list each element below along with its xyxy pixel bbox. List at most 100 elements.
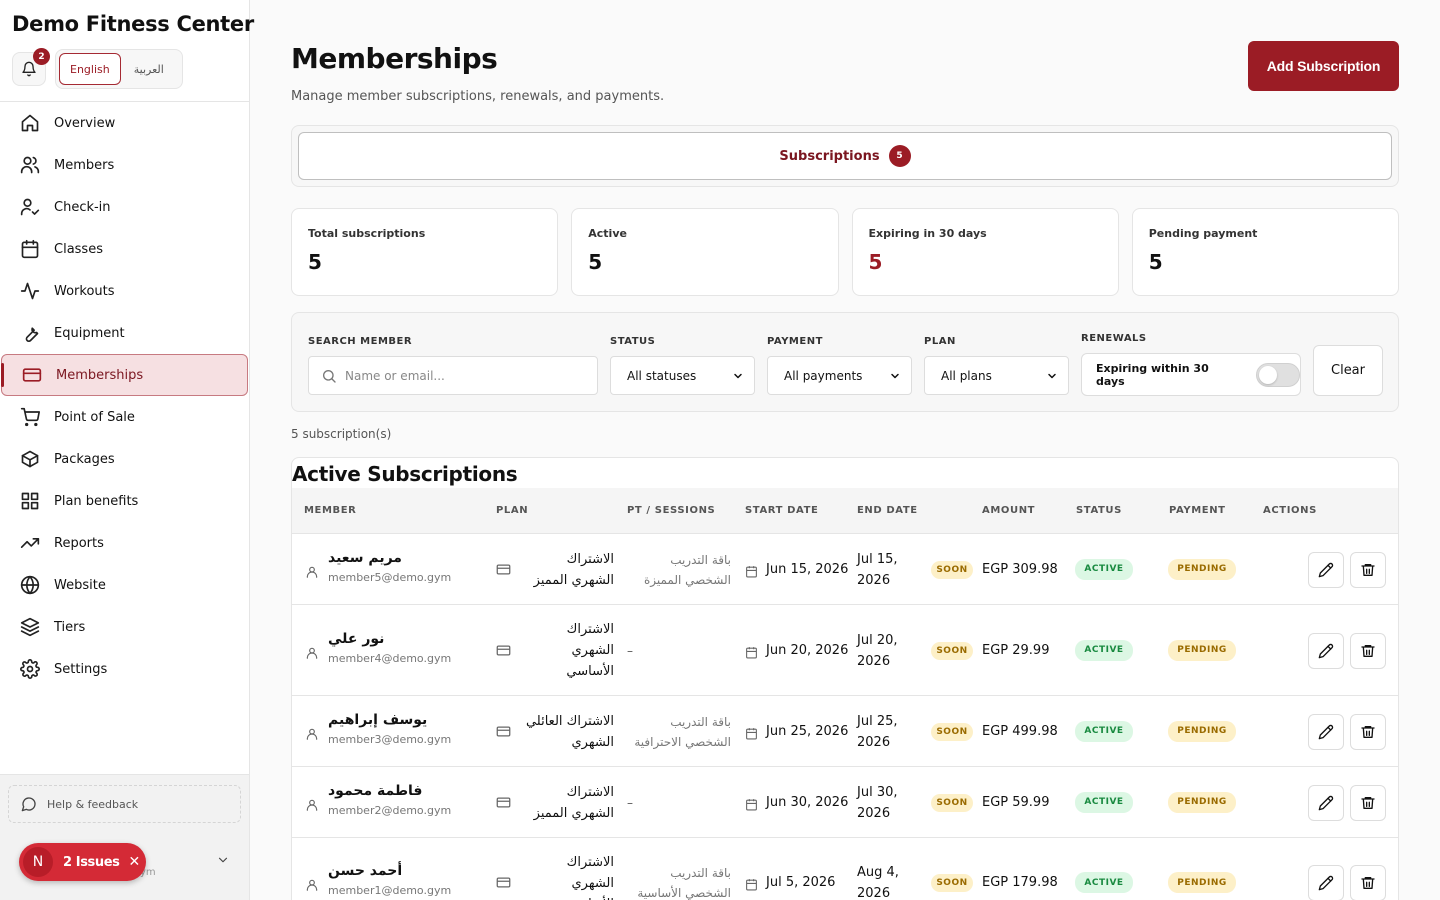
delete-button[interactable]	[1350, 713, 1386, 750]
end-date-cell: Jul 30, 2026	[857, 782, 898, 824]
sidebar-item-settings[interactable]: Settings	[0, 648, 249, 690]
column-header[interactable]: STATUS	[1076, 505, 1122, 516]
payment-badge: PENDING	[1168, 791, 1236, 813]
sidebar-item-classes[interactable]: Classes	[0, 228, 249, 270]
end-date-line: 2026	[857, 653, 891, 669]
plan-select[interactable]: All plans	[924, 356, 1069, 395]
edit-button[interactable]	[1308, 632, 1344, 669]
edit-button[interactable]	[1308, 784, 1344, 821]
status-select[interactable]: All statuses	[610, 356, 755, 395]
table-header: MEMBER PLAN PT / SESSIONS START DATE END DAT…	[292, 488, 1398, 534]
column-header[interactable]: ACTIONS	[1263, 505, 1317, 516]
sidebar-item-check-in[interactable]: Check-in	[0, 186, 249, 228]
pt-line: الشخصي المميزة	[643, 572, 731, 587]
issues-pill[interactable]: N 2 Issues ✕	[19, 843, 146, 881]
trash-icon	[1361, 877, 1375, 889]
plan-line: الشهري	[571, 875, 614, 891]
table-row[interactable]: نور علي member4@demo.gym الاشتراك الشهري الأ…	[292, 605, 1398, 696]
payment-badge: PENDING	[1168, 872, 1236, 893]
edit-button[interactable]	[1308, 865, 1344, 900]
clear-filters-button[interactable]: Clear	[1313, 345, 1383, 396]
help-feedback-button[interactable]: Help & feedback	[8, 785, 241, 823]
sidebar-item-label: Plan benefits	[54, 493, 139, 509]
table-row[interactable]: يوسف إبراهيم member3@demo.gym الاشتراك الع…	[292, 696, 1398, 767]
tab-subscriptions[interactable]: Subscriptions 5	[298, 132, 1392, 180]
user-icon	[306, 566, 318, 578]
plan-line: الشهري	[571, 643, 614, 658]
status-badge: ACTIVE	[1075, 720, 1133, 742]
status-badge: ACTIVE	[1075, 639, 1133, 661]
start-date: Jun 25, 2026	[766, 723, 849, 739]
sidebar-item-members[interactable]: Members	[0, 144, 249, 186]
stat-card: Expiring in 30 days 5	[851, 208, 1119, 296]
search-icon	[323, 369, 336, 383]
sidebar-item-packages[interactable]: Packages	[0, 438, 249, 480]
column-header[interactable]: END DATE	[857, 505, 918, 516]
edit-button[interactable]	[1308, 551, 1344, 588]
column-header[interactable]: PT / SESSIONS	[627, 505, 715, 516]
plan-line: الاشتراك	[566, 854, 614, 870]
column-header[interactable]: AMOUNT	[982, 505, 1035, 516]
search-input[interactable]: Name or email...	[308, 356, 598, 395]
payment-filter-label: PAYMENT	[767, 336, 823, 347]
member-email: member4@demo.gym	[328, 651, 452, 665]
sidebar-item-tiers[interactable]: Tiers	[0, 606, 249, 648]
trash-icon	[1361, 725, 1375, 738]
table-row[interactable]: أحمد حسنmember1@demo.gymالاشتراكالشهريال…	[292, 838, 1398, 900]
lang-arabic-button[interactable]: العربية	[124, 53, 174, 85]
soon-badge: SOON	[931, 722, 973, 741]
pencil-icon	[1318, 643, 1334, 658]
activity-icon	[20, 282, 40, 300]
delete-button[interactable]	[1350, 784, 1386, 821]
stat-value: 5	[308, 250, 322, 274]
edit-button[interactable]	[1308, 713, 1344, 750]
renewals-toggle[interactable]	[1256, 362, 1300, 387]
subscriptions-table: Active Subscriptions MEMBER PLAN PT / SESS…	[291, 457, 1399, 900]
column-header[interactable]: PLAN	[496, 505, 528, 516]
payment-select[interactable]: All payments	[767, 356, 912, 395]
stat-card: Active 5	[571, 208, 839, 296]
delete-button[interactable]	[1350, 551, 1386, 588]
sidebar-item-memberships[interactable]: Memberships	[1, 354, 248, 396]
plan-cell: الاشتراك الشهري المميز	[518, 782, 614, 824]
sidebar-item-website[interactable]: Website	[0, 564, 249, 606]
message-circle-icon	[21, 797, 36, 812]
results-count: 5 subscription(s)	[291, 427, 392, 441]
status-badge: ACTIVE	[1075, 791, 1133, 813]
sidebar-item-point-of-sale[interactable]: Point of Sale	[0, 396, 249, 438]
sidebar-item-label: Point of Sale	[54, 409, 135, 425]
credit-card-icon	[496, 797, 511, 807]
close-icon[interactable]: ✕	[129, 854, 141, 870]
column-header[interactable]: PAYMENT	[1169, 505, 1226, 516]
amount: EGP 499.98	[982, 723, 1058, 739]
sidebar-item-reports[interactable]: Reports	[0, 522, 249, 564]
sidebar-item-workouts[interactable]: Workouts	[0, 270, 249, 312]
stat-value: 5	[1148, 250, 1163, 274]
column-header[interactable]: MEMBER	[304, 505, 357, 516]
notifications-button[interactable]: 2	[12, 48, 50, 86]
sidebar-item-plan-benefits[interactable]: Plan benefits	[0, 480, 249, 522]
pt-line: باقة التدريب	[670, 552, 731, 567]
search-placeholder: Name or email...	[345, 368, 445, 383]
column-header[interactable]: START DATE	[745, 505, 818, 516]
users-icon	[20, 156, 40, 174]
pt-line: باقة التدريب	[670, 866, 731, 880]
sidebar-item-equipment[interactable]: Equipment	[0, 312, 249, 354]
trash-icon	[1361, 796, 1375, 809]
end-date-line: Jul 25,	[857, 713, 898, 729]
user-icon	[306, 799, 318, 811]
table-row[interactable]: فاطمة محمود member2@demo.gym الاشتراك الشهر…	[292, 767, 1398, 838]
delete-button[interactable]	[1350, 632, 1386, 669]
stat-label: Active	[588, 227, 627, 240]
sidebar-item-label: Overview	[54, 115, 116, 131]
sidebar-item-label: Settings	[54, 661, 108, 677]
add-subscription-button[interactable]: Add Subscription	[1248, 41, 1399, 91]
lang-english-button[interactable]: English	[59, 53, 121, 85]
chevron-down-icon[interactable]	[216, 853, 230, 867]
sidebar-item-label: Website	[54, 577, 106, 593]
table-row[interactable]: مريم سعيد member5@demo.gym الاشتراك الشهري …	[292, 534, 1398, 605]
delete-button[interactable]	[1350, 865, 1386, 900]
sidebar-item-overview[interactable]: Overview	[0, 102, 249, 144]
status-filter-label: STATUS	[610, 336, 656, 347]
plan-select-value: All plans	[941, 368, 992, 383]
